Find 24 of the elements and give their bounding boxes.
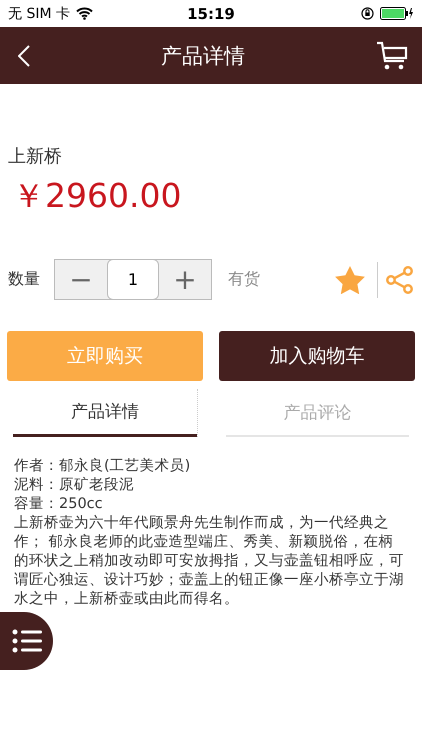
quantity-label: 数量 xyxy=(8,269,40,290)
description-text: 容量：250cc xyxy=(14,495,104,514)
product-name: 上新桥 xyxy=(8,145,62,168)
status-time: 15:19 xyxy=(187,4,235,22)
product-price: ￥2960.00 xyxy=(12,175,182,217)
back-icon[interactable] xyxy=(18,44,30,66)
tab[interactable]: 产品详情 xyxy=(13,389,196,437)
page-title: 产品详情 xyxy=(161,42,245,70)
quantity-field[interactable]: 1 xyxy=(107,259,159,300)
stock-status: 有货 xyxy=(228,269,260,290)
star-icon[interactable] xyxy=(335,266,365,294)
battery-icon xyxy=(380,7,414,20)
menu-icon xyxy=(12,629,42,653)
description-text: 上新桥壶为六十年代顾景舟先生制作而成，为一代经典之作； 郁永良老师的此壶造型端庄、秀美、新颖脱俗，在柄的环状之上稍加改动即可安放拇指，又与壶盖钮相呼应，可谓匠心独运、设计巧妙；壶盖上的钮正像一座小桥亭立于湖水之中，上新桥壶或由此而得名。 xyxy=(14,514,405,609)
carrier-label: 无 SIM 卡 xyxy=(8,4,70,22)
menu-button[interactable] xyxy=(0,612,53,670)
description-text: 泥料：原矿老段泥 xyxy=(14,476,135,495)
description-text: 作者：郁永良(工艺美术员) xyxy=(14,457,192,476)
wifi-icon xyxy=(76,7,93,20)
rotation-lock-icon xyxy=(361,7,374,20)
cart-icon[interactable] xyxy=(376,40,408,70)
increase-button[interactable]: + xyxy=(159,260,211,299)
add-to-cart-button[interactable]: 加入购物车 xyxy=(219,331,415,381)
decrease-button[interactable]: − xyxy=(55,260,107,299)
